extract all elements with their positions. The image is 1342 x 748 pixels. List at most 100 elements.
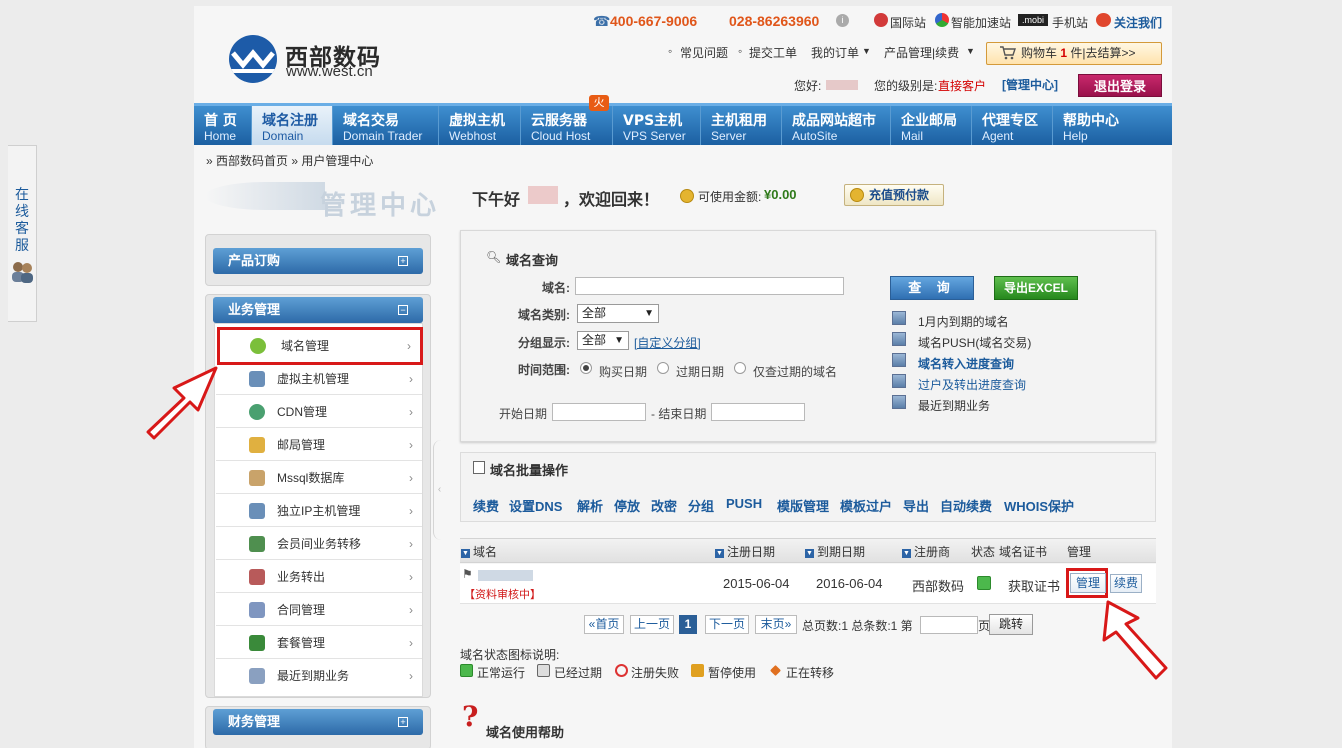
- nav-webhost[interactable]: 虚拟主机 Webhost: [439, 106, 521, 145]
- sidebar-item-domain[interactable]: 域名管理 ›: [217, 327, 423, 365]
- pager-current[interactable]: 1: [679, 615, 697, 634]
- ip-host-icon: [249, 503, 265, 519]
- top-link-accelerate[interactable]: 智能加速站: [951, 14, 1011, 31]
- sidebar-item-transfer-out[interactable]: 业务转出 ›: [216, 561, 422, 593]
- top-link-follow[interactable]: 关注我们: [1114, 14, 1162, 31]
- manage-center-link[interactable]: [管理中心]: [1002, 76, 1058, 93]
- sidebar-group-business[interactable]: 业务管理 −: [213, 297, 423, 323]
- pager-next[interactable]: 下一页: [705, 615, 749, 634]
- link-recent-expiring[interactable]: 最近到期业务: [918, 397, 990, 414]
- batch-park[interactable]: 停放: [614, 496, 640, 515]
- end-date-input[interactable]: [711, 403, 805, 421]
- pager-first[interactable]: «首页: [584, 615, 624, 634]
- expand-icon[interactable]: +: [398, 256, 408, 266]
- batch-renew[interactable]: 续费: [473, 496, 499, 515]
- sidebar-group-order[interactable]: 产品订购 +: [213, 248, 423, 274]
- top-link-mobile[interactable]: 手机站: [1052, 14, 1088, 31]
- sidebar-item-expiring[interactable]: 最近到期业务 ›: [216, 660, 422, 692]
- sidebar-item-dedicated-ip[interactable]: 独立IP主机管理 ›: [216, 495, 422, 527]
- sidebar-item-webhost[interactable]: 虚拟主机管理 ›: [216, 363, 422, 395]
- nav-vps[interactable]: VPS主机 VPS Server: [613, 106, 701, 145]
- col-domain[interactable]: ▼ 域名: [461, 543, 497, 560]
- get-certificate-link[interactable]: 获取证书: [1008, 576, 1060, 595]
- collapse-icon[interactable]: −: [398, 305, 408, 315]
- cart-button[interactable]: 购物车 1 件|去结算>>: [986, 42, 1162, 65]
- start-date-input[interactable]: [552, 403, 646, 421]
- pager-go-button[interactable]: 跳转: [989, 614, 1033, 635]
- query-button[interactable]: 查 询: [890, 276, 974, 300]
- nav-help[interactable]: 帮助中心 Help: [1053, 106, 1172, 145]
- radio-expire-date[interactable]: [657, 362, 669, 374]
- sidebar-item-member-transfer[interactable]: 会员间业务转移 ›: [216, 528, 422, 560]
- cart-icon: [1000, 46, 1016, 60]
- renew-button[interactable]: 续费: [1110, 574, 1142, 593]
- nav-home[interactable]: 首 页 Home: [194, 106, 252, 145]
- batch-auto-renew[interactable]: 自动续费: [940, 496, 992, 515]
- west-logo-icon[interactable]: [229, 35, 277, 83]
- pager-prev[interactable]: 上一页: [630, 615, 674, 634]
- link-my-orders[interactable]: 我的订单: [811, 44, 859, 61]
- group-select[interactable]: 全部 ▼: [577, 331, 629, 350]
- batch-template-transfer[interactable]: 模板过户: [840, 496, 892, 515]
- link-faq[interactable]: 常见问题: [680, 44, 728, 61]
- manage-button[interactable]: 管理: [1070, 573, 1106, 593]
- expand-icon[interactable]: +: [398, 717, 408, 727]
- nav-domain[interactable]: 域名注册 Domain: [252, 106, 333, 145]
- online-service-tab[interactable]: 在线客服: [8, 145, 37, 322]
- radio-expired-only[interactable]: [734, 362, 746, 374]
- nav-autosite[interactable]: 成品网站超市 AutoSite: [782, 106, 891, 145]
- domain-name-blurred[interactable]: [478, 570, 533, 581]
- radio-purchase-date[interactable]: [580, 362, 592, 374]
- col-reg-date[interactable]: ▼ 注册日期: [715, 543, 775, 560]
- nav-mail[interactable]: 企业邮局 Mail: [891, 106, 972, 145]
- sidebar-item-package[interactable]: 套餐管理 ›: [216, 627, 422, 659]
- info-icon[interactable]: i: [836, 14, 849, 27]
- status-running-icon: [460, 664, 473, 677]
- link-expiring-month[interactable]: 1月内到期的域名: [918, 313, 1009, 330]
- search-icon: 🔍︎: [486, 250, 502, 264]
- highlight-arrow-right: [1102, 600, 1168, 680]
- sidebar-collapse-handle[interactable]: ‹: [433, 440, 445, 540]
- batch-set-dns[interactable]: 设置DNS: [509, 496, 562, 515]
- nav-server[interactable]: 主机租用 Server: [701, 106, 782, 145]
- batch-resolve[interactable]: 解析: [577, 496, 603, 515]
- webhost-icon: [249, 371, 265, 387]
- sidebar-item-contract[interactable]: 合同管理 ›: [216, 594, 422, 626]
- batch-change-password[interactable]: 改密: [651, 496, 677, 515]
- custom-group-link[interactable]: [自定义分组]: [634, 334, 701, 351]
- recharge-button[interactable]: 充值预付款: [844, 184, 944, 206]
- row-registrar: 西部数码: [912, 579, 965, 594]
- link-product-manage[interactable]: 产品管理|续费: [884, 44, 959, 61]
- pager-last[interactable]: 末页»: [755, 615, 797, 634]
- batch-export[interactable]: 导出: [903, 496, 929, 515]
- balance-label: 可使用金额:: [698, 190, 762, 204]
- export-excel-button[interactable]: 导出EXCEL: [994, 276, 1078, 300]
- contract-icon: [249, 602, 265, 618]
- link-transfer-out-progress[interactable]: 过户及转出进度查询: [918, 376, 1026, 393]
- sidebar-group-finance[interactable]: 财务管理 +: [213, 709, 423, 735]
- sidebar-item-cdn[interactable]: CDN管理 ›: [216, 396, 422, 428]
- batch-group[interactable]: 分组: [688, 496, 714, 515]
- nav-agent[interactable]: 代理专区 Agent: [972, 106, 1053, 145]
- breadcrumb[interactable]: » 西部数码首页 » 用户管理中心: [206, 152, 373, 169]
- link-domain-push[interactable]: 域名PUSH(域名交易): [918, 334, 1031, 351]
- domain-input[interactable]: [575, 277, 844, 295]
- col-exp-date[interactable]: ▼ 到期日期: [805, 543, 865, 560]
- logout-button[interactable]: 退出登录: [1078, 74, 1162, 97]
- link-transfer-in-progress[interactable]: 域名转入进度查询: [918, 355, 1014, 372]
- legend-running: 正常运行: [477, 666, 526, 680]
- nav-cloud-host[interactable]: 云服务器 Cloud Host: [521, 106, 613, 145]
- nav-domain-trader[interactable]: 域名交易 Domain Trader: [333, 106, 439, 145]
- cart-count: 1: [1060, 46, 1068, 60]
- sidebar-item-mail[interactable]: 邮局管理 ›: [216, 429, 422, 461]
- help-title[interactable]: 域名使用帮助: [486, 722, 564, 741]
- type-select[interactable]: 全部 ▼: [577, 304, 659, 323]
- link-ticket[interactable]: 提交工单: [749, 44, 797, 61]
- sidebar-item-mssql[interactable]: Mssql数据库 ›: [216, 462, 422, 494]
- col-registrar[interactable]: ▼ 注册商: [902, 543, 950, 560]
- batch-whois-protect[interactable]: WHOIS保护: [1004, 496, 1074, 515]
- pager-page-input[interactable]: [920, 616, 978, 634]
- batch-template-manage[interactable]: 模版管理: [777, 496, 829, 515]
- batch-push[interactable]: PUSH: [726, 496, 762, 511]
- top-link-international[interactable]: 国际站: [890, 14, 926, 31]
